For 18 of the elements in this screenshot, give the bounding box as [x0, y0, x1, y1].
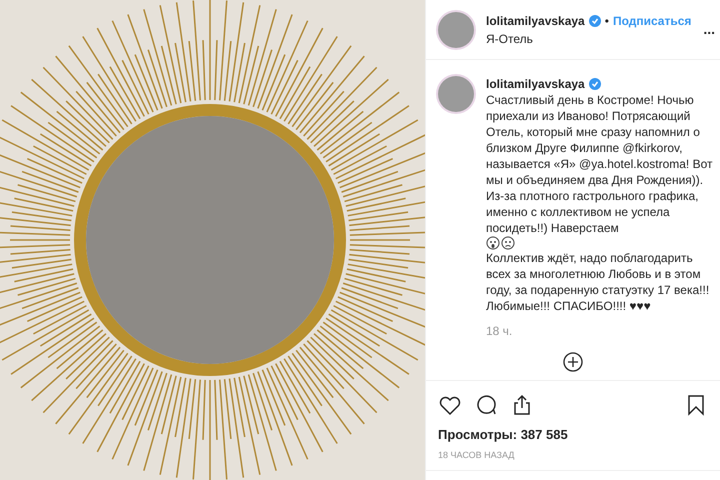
- caption-text: Счастливый день в Костроме! Ночью приехали из Иваново! Потрясающий Отель, который мне сразу напомнил о близком Друге Филиппе @fkirkorov, называется «Я» @ya.hotel.kostroma! Вот мы и объединяем два Дня Рождения)). Из-за плотного гастрольного графика, именно с коллективом не успела посидеть!!) Наверстаем: [486, 92, 714, 236]
- username[interactable]: lolitamilyavskaya: [486, 76, 585, 92]
- add-comment-icon[interactable]: [563, 352, 583, 372]
- post-time: 18 ч.: [486, 323, 514, 340]
- verified-icon: [588, 78, 601, 90]
- more-button[interactable]: ...: [703, 19, 716, 40]
- caption-text: Коллектив ждёт, надо поблагодарить всех за многолетнюю Любовь и в этом году, за подаренную статуэтку 17 века!!! Любимые!!! СПАСИБО!!!! ♥♥♥: [486, 250, 710, 314]
- emoji-icon: [486, 236, 500, 250]
- view-count: Просмотры: 387 585: [438, 426, 569, 444]
- verified-icon: [588, 14, 601, 26]
- avatar[interactable]: [438, 76, 474, 112]
- comment-icon[interactable]: [474, 393, 498, 417]
- avatar[interactable]: [438, 12, 474, 48]
- post-date: 18 ЧАСОВ НАЗАД: [438, 448, 516, 462]
- emoji-icon: [501, 236, 515, 250]
- location[interactable]: Я-Отель: [486, 30, 692, 48]
- separator: •: [604, 12, 609, 30]
- username[interactable]: lolitamilyavskaya: [486, 12, 585, 30]
